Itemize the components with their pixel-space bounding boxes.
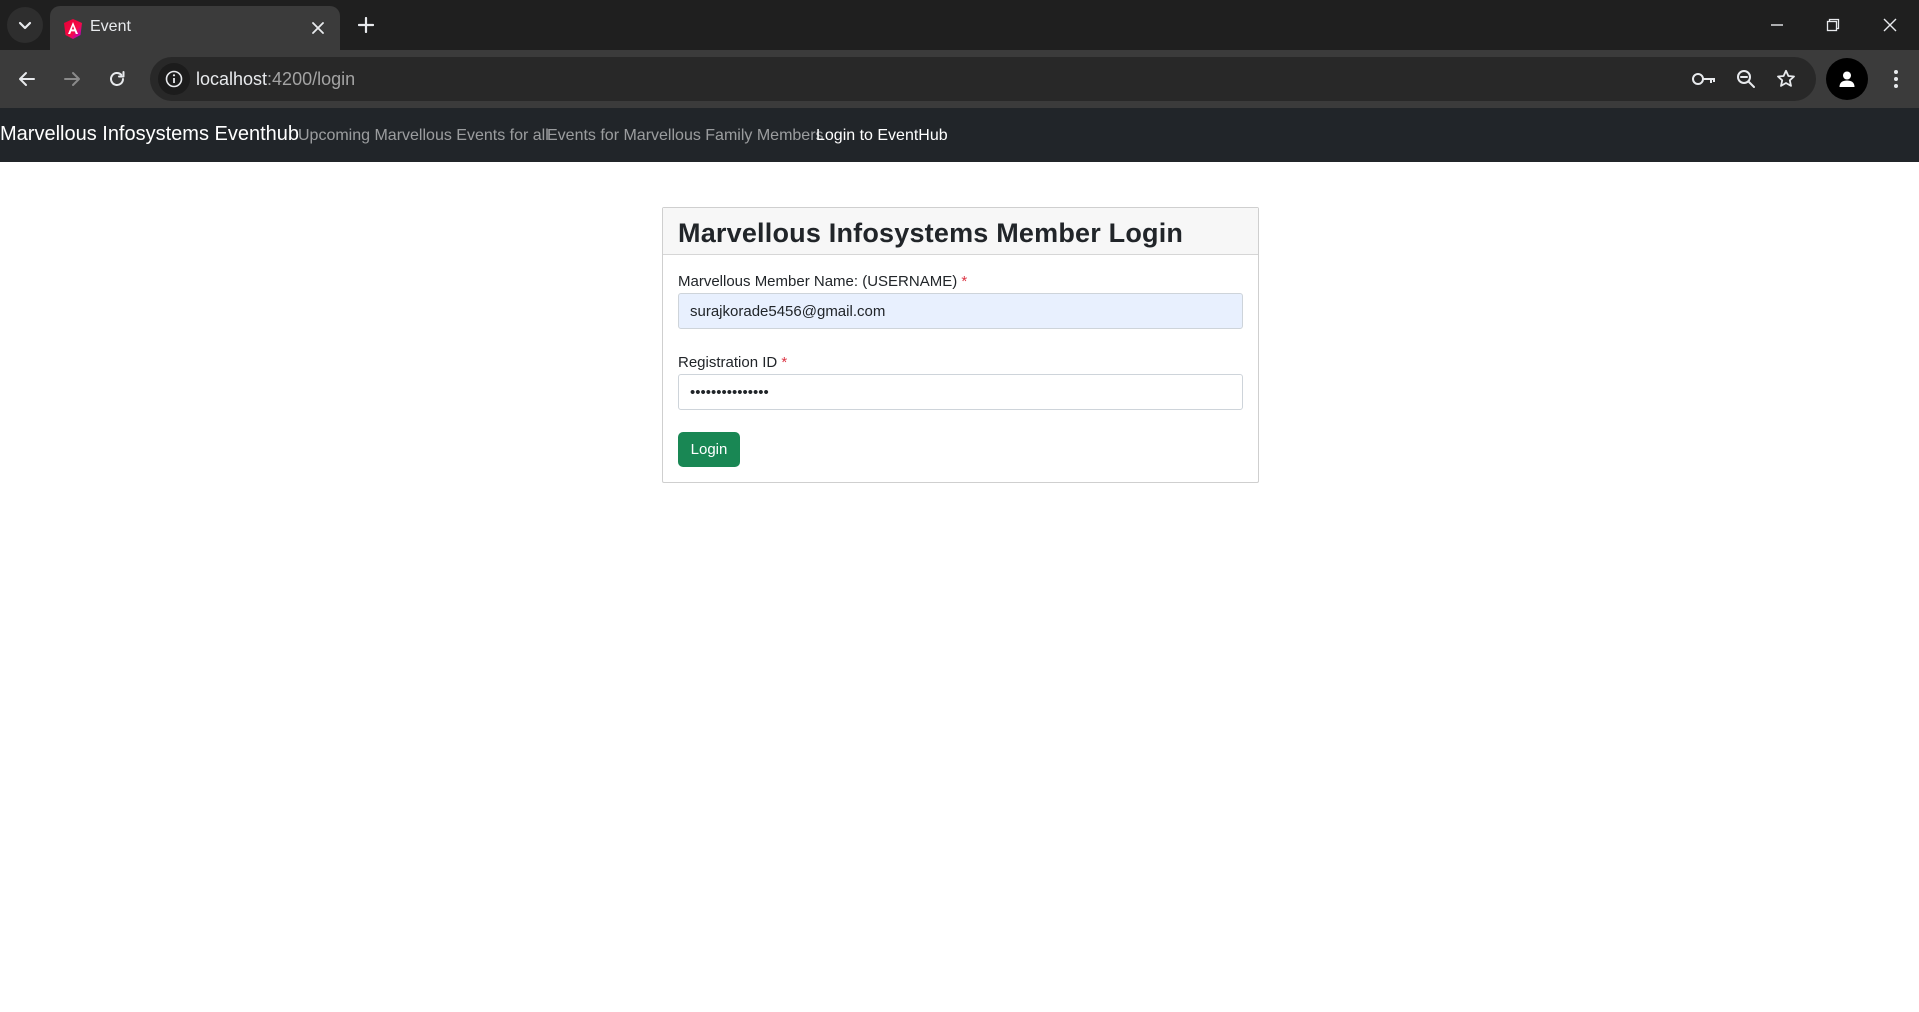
password-manager-button[interactable] xyxy=(1690,65,1718,93)
profile-button[interactable] xyxy=(1826,58,1868,100)
arrow-left-icon xyxy=(19,72,35,86)
reload-button[interactable] xyxy=(99,61,135,97)
registration-id-input[interactable] xyxy=(678,374,1243,410)
zoom-button[interactable] xyxy=(1732,65,1760,93)
reload-icon xyxy=(110,71,125,86)
login-button[interactable]: Login xyxy=(678,432,740,467)
bookmark-button[interactable] xyxy=(1772,65,1800,93)
address-bar[interactable]: localhost:4200/login xyxy=(150,57,1816,101)
login-card-title: Marvellous Infosystems Member Login xyxy=(678,218,1184,248)
arrow-right-icon xyxy=(64,72,80,86)
restore-button[interactable] xyxy=(1805,0,1861,50)
nav-link-upcoming-events[interactable]: Upcoming Marvellous Events for all xyxy=(298,127,549,145)
required-marker: * xyxy=(961,273,968,290)
forward-button[interactable] xyxy=(54,61,90,97)
close-icon xyxy=(312,22,324,34)
nav-link-login[interactable]: Login to EventHub xyxy=(816,127,948,145)
tab-title: Event xyxy=(90,18,131,35)
minimize-button[interactable] xyxy=(1749,0,1805,50)
star-icon xyxy=(1777,69,1795,87)
zoom-out-icon xyxy=(1737,70,1755,88)
browser-toolbar: localhost:4200/login xyxy=(0,50,1919,108)
username-label-text: Marvellous Member Name: (USERNAME) xyxy=(678,273,958,290)
browser-tab[interactable]: Event xyxy=(50,6,340,50)
close-icon xyxy=(1883,18,1897,32)
login-card-header: Marvellous Infosystems Member Login xyxy=(663,208,1258,255)
navbar-brand[interactable]: Marvellous Infosystems Eventhub xyxy=(0,123,299,146)
username-label: Marvellous Member Name: (USERNAME) * xyxy=(678,273,967,290)
url-host: localhost xyxy=(196,69,268,89)
chevron-down-icon xyxy=(18,21,32,30)
kebab-menu-icon xyxy=(1894,70,1898,88)
info-icon xyxy=(165,70,183,88)
registration-id-label: Registration ID * xyxy=(678,354,787,371)
required-marker: * xyxy=(781,354,788,371)
registration-id-label-text: Registration ID xyxy=(678,354,778,371)
angular-logo-icon xyxy=(64,19,82,39)
url-text[interactable]: localhost:4200/login xyxy=(196,69,355,90)
nav-link-family-events[interactable]: Events for Marvellous Family Members xyxy=(547,127,824,145)
browser-menu-button[interactable] xyxy=(1878,61,1914,97)
tab-search-button[interactable] xyxy=(7,7,43,43)
app-navbar: Marvellous Infosystems Eventhub Upcoming… xyxy=(0,108,1919,162)
restore-icon xyxy=(1826,18,1840,32)
browser-tab-strip: Event xyxy=(0,0,1919,50)
tab-close-button[interactable] xyxy=(308,18,328,38)
back-button[interactable] xyxy=(9,61,45,97)
close-window-button[interactable] xyxy=(1862,0,1918,50)
plus-icon xyxy=(358,17,374,33)
site-info-button[interactable] xyxy=(158,63,190,95)
username-input[interactable] xyxy=(678,293,1243,329)
key-icon xyxy=(1692,73,1715,85)
new-tab-button[interactable] xyxy=(352,11,380,39)
minimize-icon xyxy=(1771,24,1783,26)
person-icon xyxy=(1839,71,1855,87)
login-card: Marvellous Infosystems Member Login Marv… xyxy=(662,207,1259,483)
url-path: :4200/login xyxy=(267,69,356,89)
